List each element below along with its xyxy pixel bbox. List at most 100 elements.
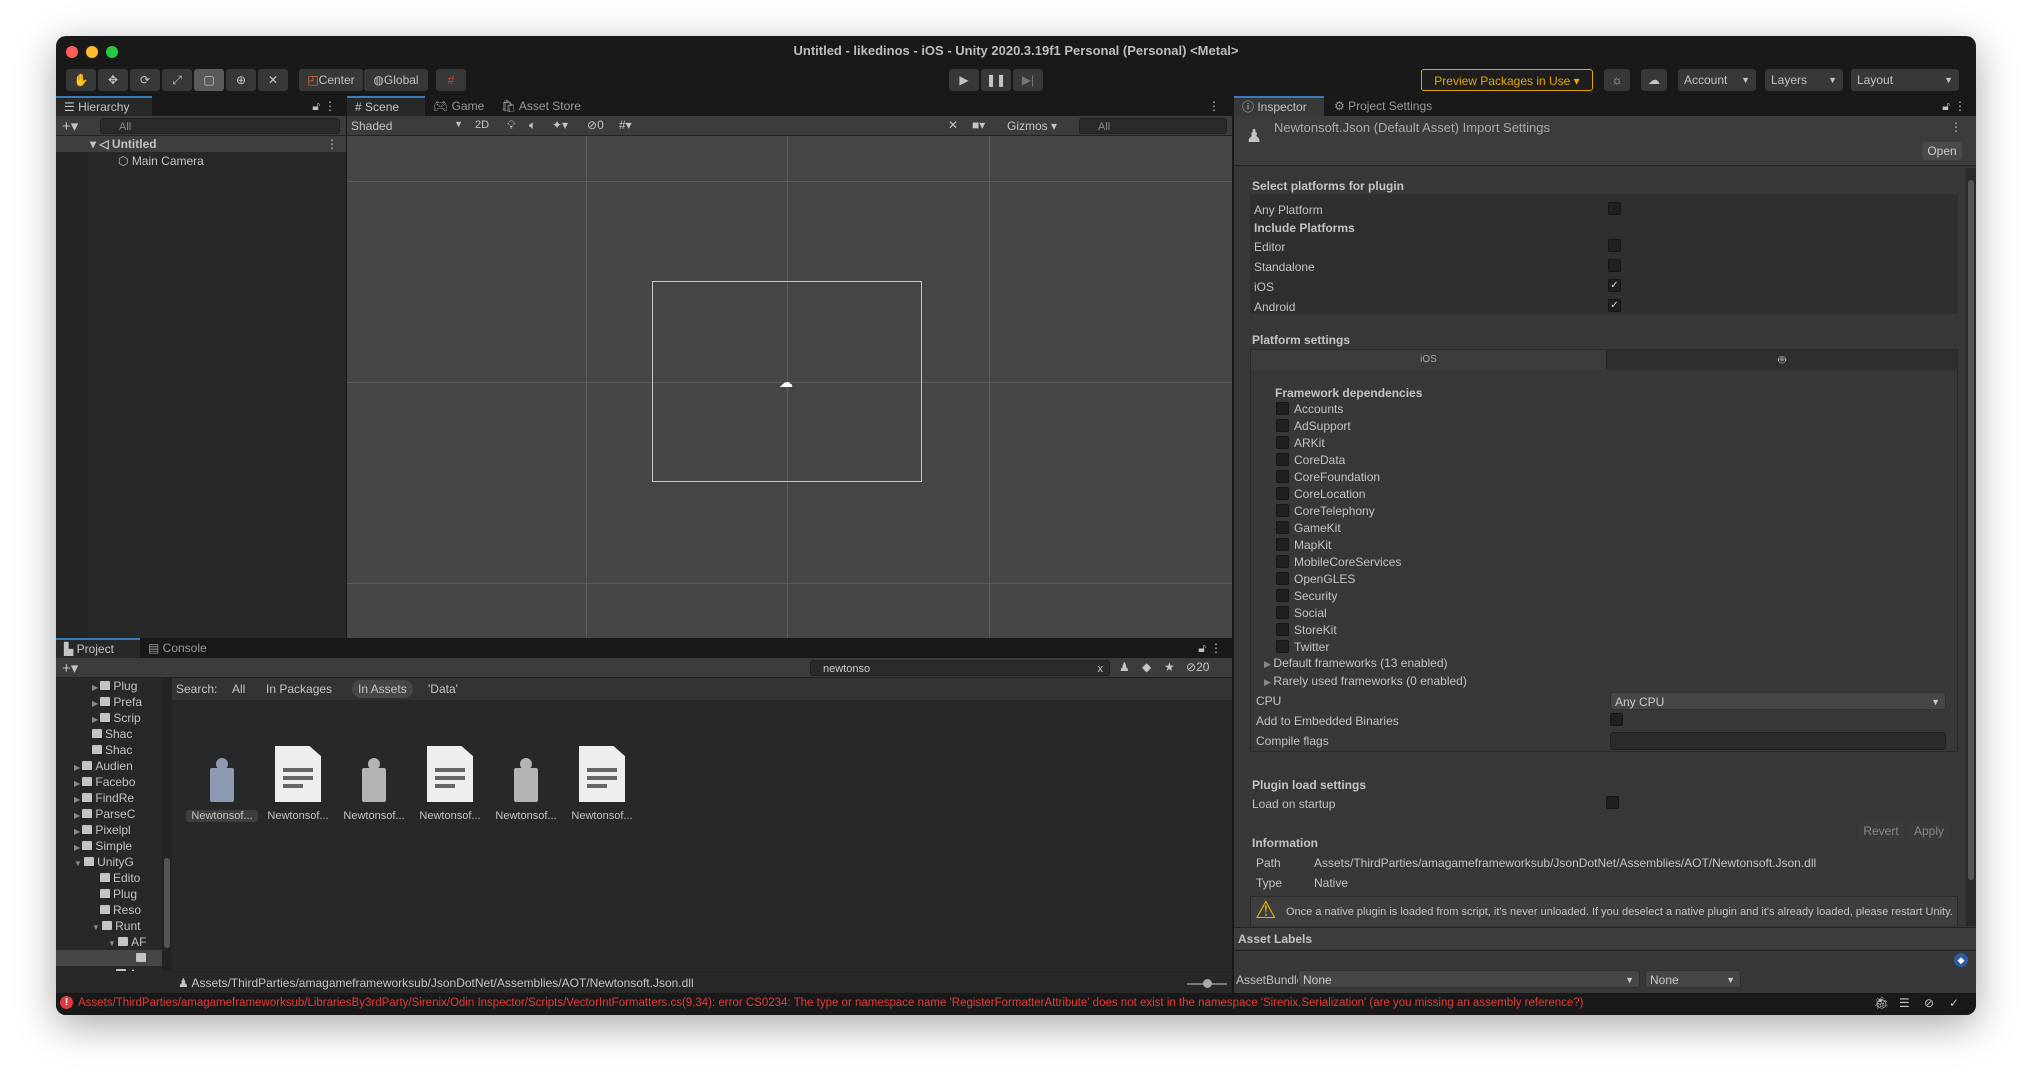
services-icon[interactable]: ☼ [1604,69,1630,91]
folder-tree-item[interactable]: ▶ Simple [74,838,162,854]
folder-tree-item[interactable]: Plug [100,886,162,902]
folder-tree-item[interactable]: Au [116,966,162,971]
scope-all[interactable]: All [232,682,245,696]
hidden-packages-icon[interactable]: ⊘20 [1186,660,1209,674]
framework-checkbox[interactable] [1276,572,1289,585]
scene-menu-icon[interactable]: ⋮ [326,137,338,151]
folder-tree-item[interactable]: ▶ Prefa [92,694,162,710]
framework-checkbox[interactable] [1276,521,1289,534]
folder-tree-item[interactable]: ▶ FindRe [74,790,162,806]
framework-checkbox[interactable] [1276,606,1289,619]
tab-game[interactable]: 🎮︎ Game [425,96,492,116]
gizmos-dropdown[interactable]: Gizmos ▾ [1007,119,1057,133]
project-lock-icon[interactable]: 🔓︎ [1198,641,1206,656]
folder-tree-item[interactable]: Edito [100,870,162,886]
default-frameworks-foldout[interactable]: ▶ Default frameworks (13 enabled) [1264,656,1448,670]
2d-toggle[interactable]: 2D [475,119,489,131]
asset-item[interactable]: Newtonsof... [566,746,638,822]
pivot-center-button[interactable]: ◰Center [299,69,363,91]
framework-checkbox[interactable] [1276,470,1289,483]
scene-more-icon[interactable]: ⋮ [1208,99,1220,113]
revert-button[interactable]: Revert [1858,822,1904,840]
folder-tree-item[interactable]: ▼ AF [108,934,162,950]
more-menu-icon[interactable]: ⋮ [324,99,336,113]
tab-scene[interactable]: # Scene [347,96,425,116]
account-dropdown[interactable]: Account ▼ [1678,69,1756,91]
platform-editor-checkbox[interactable] [1608,239,1621,252]
asset-item[interactable]: Newtonsof... [490,746,562,822]
platform-tab-android[interactable]: 🤖︎ [1606,350,1957,370]
folder-tree-item[interactable]: ▼ UnityG [74,854,162,870]
asset-item[interactable]: Newtonsof... [414,746,486,822]
framework-checkbox[interactable] [1276,555,1289,568]
tab-project[interactable]: ▙ Project [56,638,140,658]
framework-checkbox[interactable] [1276,589,1289,602]
framework-checkbox[interactable] [1276,538,1289,551]
camera-gizmo-icon[interactable]: ☁ [779,374,793,391]
hidden-objects-icon[interactable]: ⊘0 [587,118,604,132]
framework-checkbox[interactable] [1276,419,1289,432]
tab-asset-store[interactable]: 🛍︎ Asset Store [493,96,589,116]
folder-tree-item[interactable]: Reso [100,902,162,918]
platform-tab-ios[interactable]: iOS [1251,350,1606,370]
cloud-icon[interactable]: ☁ [1641,69,1667,91]
status-bar[interactable]: ! Assets/ThirdParties/amagameframeworksu… [56,993,1976,1015]
tab-console[interactable]: ▤ Console [140,638,215,658]
apply-button[interactable]: Apply [1908,822,1950,840]
framework-checkbox[interactable] [1276,640,1289,653]
hierarchy-item-main-camera[interactable]: ⬡ Main Camera [118,154,204,168]
custom-tool-button[interactable]: ✕ [258,69,288,91]
scope-data[interactable]: 'Data' [428,682,458,696]
embedded-binaries-checkbox[interactable] [1610,713,1623,726]
hierarchy-search-input[interactable]: All [100,118,340,134]
folder-tree-item[interactable]: ▶ Plug [92,678,162,694]
folder-tree-item[interactable]: ▶ ParseC [74,806,162,822]
rotate-tool-button[interactable]: ⟳ [130,69,160,91]
tab-hierarchy[interactable]: ☰ Hierarchy [56,96,152,116]
scene-view[interactable]: ☁ [347,136,1232,638]
clear-search-icon[interactable]: x [1098,661,1104,677]
tab-inspector[interactable]: ⓘ Inspector [1234,96,1324,116]
asset-item[interactable]: Newtonsof... [338,746,410,822]
open-button[interactable]: Open [1922,142,1962,160]
pivot-global-button[interactable]: ◍Global [364,69,428,91]
project-create-button[interactable]: +▾ [62,659,78,677]
transform-tool-button[interactable]: ⊕ [226,69,256,91]
play-button[interactable]: ▶ [949,69,979,91]
pause-button[interactable]: ❚❚ [981,69,1011,91]
shading-mode-dropdown[interactable]: Shaded ▼ [351,119,467,133]
header-more-icon[interactable]: ⋮ [1950,120,1962,134]
step-button[interactable]: ▶| [1013,69,1043,91]
create-button[interactable]: +▾ [62,117,78,135]
load-on-startup-checkbox[interactable] [1606,796,1619,809]
framework-checkbox[interactable] [1276,623,1289,636]
folder-tree-item[interactable]: ▶ Pixelpl [74,822,162,838]
scale-tool-button[interactable]: ⤢ [162,69,192,91]
framework-checkbox[interactable] [1276,487,1289,500]
search-by-type-icon[interactable]: ♟ [1119,660,1130,674]
favorites-icon[interactable]: ★ [1164,660,1175,674]
label-tag-icon[interactable]: ◆ [1954,953,1968,967]
framework-checkbox[interactable] [1276,402,1289,415]
grid-snap-button[interactable]: # [436,69,466,91]
framework-checkbox[interactable] [1276,453,1289,466]
scope-in-assets[interactable]: In Assets [352,680,413,698]
search-by-label-icon[interactable]: ◆ [1142,660,1151,674]
project-more-icon[interactable]: ⋮ [1210,641,1222,655]
cache-server-icon[interactable]: ☰ [1899,996,1910,1010]
effects-toggle-icon[interactable]: ✦▾ [552,118,568,132]
assetbundle-name-dropdown[interactable]: None ▼ [1298,970,1640,988]
folder-tree-item[interactable]: ▶ Facebo [74,774,162,790]
inspector-more-icon[interactable]: ⋮ [1954,99,1966,113]
error-message[interactable]: Assets/ThirdParties/amagameframeworksub/… [78,997,1584,1009]
framework-checkbox[interactable] [1276,504,1289,517]
grid-toggle-icon[interactable]: #▾ [619,118,632,132]
move-tool-button[interactable]: ✥ [98,69,128,91]
any-platform-checkbox[interactable] [1608,202,1621,215]
tools-icon[interactable]: ✕ [948,118,958,132]
folder-tree-item[interactable]: ▶ Audien [74,758,162,774]
scene-search-input[interactable]: All [1079,118,1227,134]
asset-item[interactable]: Newtonsof... [186,746,258,822]
platform-standalone-checkbox[interactable] [1608,259,1621,272]
rare-frameworks-foldout[interactable]: ▶ Rarely used frameworks (0 enabled) [1264,674,1467,688]
